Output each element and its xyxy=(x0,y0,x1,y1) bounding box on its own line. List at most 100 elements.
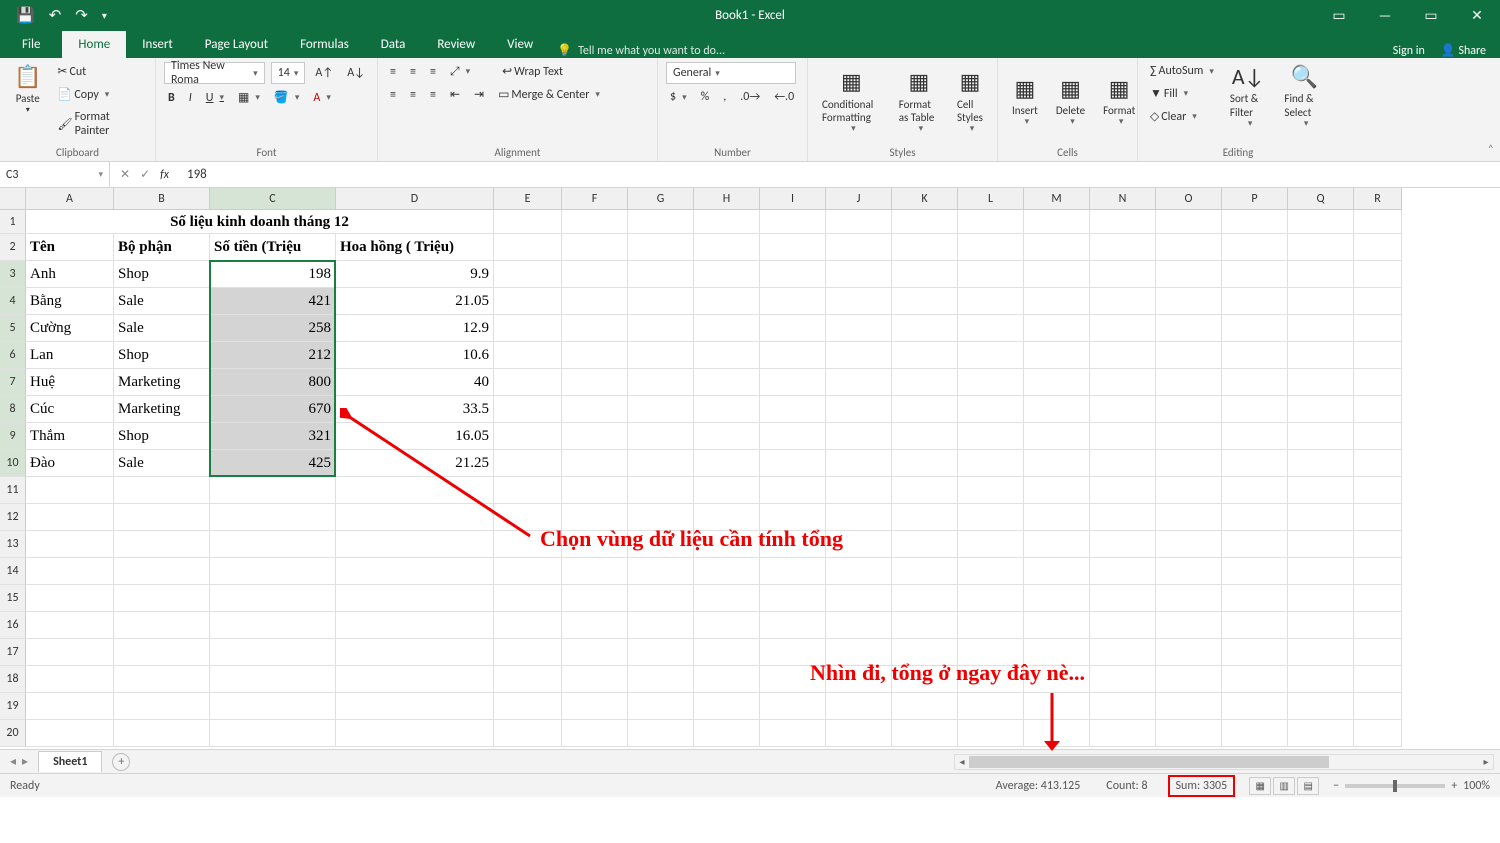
cell[interactable] xyxy=(1024,234,1090,261)
tab-review[interactable]: Review xyxy=(421,31,491,58)
cell[interactable] xyxy=(892,396,958,423)
cell[interactable] xyxy=(1090,477,1156,504)
cancel-formula-icon[interactable]: ✕ xyxy=(120,167,130,182)
row-header-5[interactable]: 5 xyxy=(0,315,26,342)
cell[interactable] xyxy=(1024,342,1090,369)
cell[interactable] xyxy=(1354,693,1402,720)
comma-format-icon[interactable]: , xyxy=(719,88,730,106)
cell[interactable] xyxy=(1090,666,1156,693)
cell[interactable] xyxy=(1288,504,1354,531)
minimize-icon[interactable]: — xyxy=(1362,0,1408,30)
cell[interactable] xyxy=(494,612,562,639)
cell[interactable] xyxy=(1156,612,1222,639)
cell[interactable]: Sale xyxy=(114,315,210,342)
cell[interactable] xyxy=(1222,612,1288,639)
cell[interactable] xyxy=(1156,315,1222,342)
cell[interactable] xyxy=(494,423,562,450)
cell[interactable] xyxy=(1222,210,1288,234)
cell[interactable] xyxy=(26,558,114,585)
sort-filter-button[interactable]: A↓Sort & Filter xyxy=(1224,62,1272,132)
horizontal-scrollbar[interactable]: ◂ ▸ xyxy=(954,754,1494,770)
cell[interactable] xyxy=(694,666,760,693)
cell[interactable] xyxy=(1288,558,1354,585)
signin-link[interactable]: Sign in xyxy=(1393,44,1425,58)
cell[interactable] xyxy=(1288,210,1354,234)
paste-button[interactable]: 📋Paste▾ xyxy=(8,62,47,117)
cell[interactable] xyxy=(26,720,114,747)
cell[interactable] xyxy=(1288,720,1354,747)
cell[interactable] xyxy=(1288,396,1354,423)
cell[interactable] xyxy=(1024,369,1090,396)
cell[interactable] xyxy=(892,585,958,612)
cell[interactable] xyxy=(210,585,336,612)
cell[interactable] xyxy=(1288,531,1354,558)
cell[interactable] xyxy=(494,558,562,585)
cell[interactable]: 16.05 xyxy=(336,423,494,450)
zoom-control[interactable]: − + 100% xyxy=(1333,779,1490,793)
cell[interactable]: Số liệu kinh doanh tháng 12 xyxy=(26,210,494,234)
cell[interactable]: Anh xyxy=(26,261,114,288)
cell[interactable] xyxy=(562,315,628,342)
cell[interactable] xyxy=(958,396,1024,423)
cell[interactable] xyxy=(114,666,210,693)
cell[interactable] xyxy=(562,693,628,720)
increase-indent-icon[interactable]: ⇥ xyxy=(470,85,488,104)
cell[interactable] xyxy=(958,315,1024,342)
cell[interactable] xyxy=(336,477,494,504)
cell[interactable] xyxy=(1288,477,1354,504)
column-header-B[interactable]: B xyxy=(114,188,210,210)
cell[interactable] xyxy=(1090,288,1156,315)
cell[interactable] xyxy=(336,531,494,558)
cell[interactable] xyxy=(1024,450,1090,477)
zoom-level[interactable]: 100% xyxy=(1463,779,1490,793)
copy-button[interactable]: 📄 Copy xyxy=(53,85,147,104)
bold-button[interactable]: B xyxy=(164,89,179,107)
cell[interactable] xyxy=(210,477,336,504)
decrease-indent-icon[interactable]: ⇤ xyxy=(446,85,464,104)
cell[interactable] xyxy=(1156,342,1222,369)
row-header-14[interactable]: 14 xyxy=(0,558,26,585)
cell[interactable] xyxy=(1024,504,1090,531)
cell[interactable] xyxy=(1354,585,1402,612)
row-header-9[interactable]: 9 xyxy=(0,423,26,450)
cell[interactable] xyxy=(1024,261,1090,288)
cell[interactable] xyxy=(210,612,336,639)
cell[interactable] xyxy=(1222,342,1288,369)
cell[interactable] xyxy=(1288,666,1354,693)
cell[interactable] xyxy=(562,477,628,504)
cell[interactable] xyxy=(1222,396,1288,423)
cell[interactable] xyxy=(1222,261,1288,288)
cell[interactable] xyxy=(210,693,336,720)
cell[interactable] xyxy=(1090,585,1156,612)
cell[interactable] xyxy=(1156,720,1222,747)
cell[interactable] xyxy=(826,396,892,423)
cell[interactable] xyxy=(1222,423,1288,450)
next-sheet-icon[interactable]: ▸ xyxy=(22,754,28,769)
cell[interactable] xyxy=(562,585,628,612)
cell[interactable] xyxy=(694,585,760,612)
cell[interactable] xyxy=(210,504,336,531)
cell[interactable] xyxy=(826,423,892,450)
cell[interactable] xyxy=(628,585,694,612)
cell[interactable]: 258 xyxy=(210,315,336,342)
add-sheet-icon[interactable]: + xyxy=(112,753,130,771)
cell[interactable] xyxy=(1354,396,1402,423)
cell[interactable] xyxy=(958,261,1024,288)
cell[interactable]: Marketing xyxy=(114,369,210,396)
cell[interactable] xyxy=(494,477,562,504)
cell[interactable] xyxy=(1024,288,1090,315)
cell[interactable] xyxy=(114,639,210,666)
cell[interactable] xyxy=(1090,558,1156,585)
cell-styles-button[interactable]: ▦Cell Styles xyxy=(951,67,989,137)
cell[interactable]: Đào xyxy=(26,450,114,477)
cell[interactable] xyxy=(892,558,958,585)
cell[interactable] xyxy=(562,396,628,423)
cell[interactable]: 670 xyxy=(210,396,336,423)
cell[interactable] xyxy=(562,369,628,396)
cell[interactable] xyxy=(958,477,1024,504)
row-header-4[interactable]: 4 xyxy=(0,288,26,315)
column-header-I[interactable]: I xyxy=(760,188,826,210)
fill-button[interactable]: ▼ Fill xyxy=(1146,84,1218,103)
cell[interactable] xyxy=(628,369,694,396)
cell[interactable] xyxy=(826,693,892,720)
